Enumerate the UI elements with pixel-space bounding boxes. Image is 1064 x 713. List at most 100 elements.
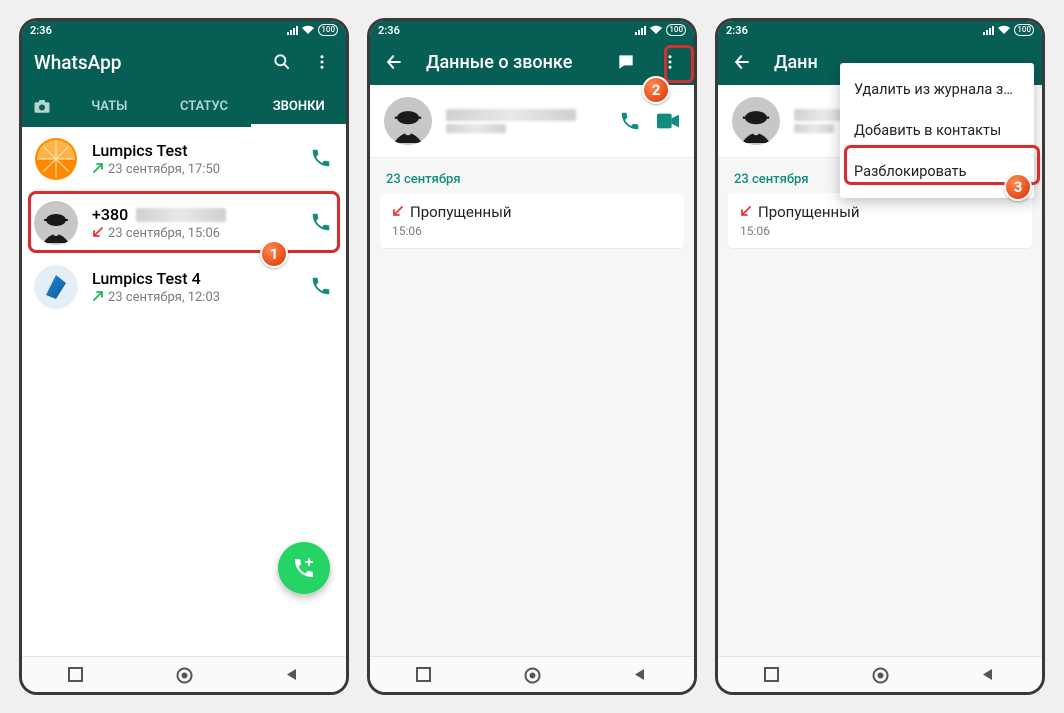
android-nav [370,656,694,692]
call-phone-icon[interactable] [310,275,334,299]
phone-screen-3: 2:36 100 Данн 23 сентября [715,18,1045,695]
missed-label: Пропущенный [758,203,860,221]
call-subtitle: 23 сентября, 12:03 [92,290,296,306]
app-header: WhatsApp [22,39,346,85]
missed-time: 15:06 [740,224,1020,238]
date-label: 23 сентября [380,164,684,193]
call-name: +380 [92,205,296,224]
status-right: 100 [635,24,686,36]
search-icon[interactable] [270,50,294,74]
missed-arrow-icon [392,203,404,221]
call-log-section: 23 сентября Пропущенный 15:06 [718,158,1042,656]
status-time: 2:36 [30,24,52,37]
detail-title: Данные о звонке [426,52,594,73]
missed-line: Пропущенный [392,203,672,221]
call-row[interactable]: +380 23 сентября, 15:06 [22,191,346,255]
nav-back-icon[interactable] [284,667,300,683]
tab-chats[interactable]: ЧАТЫ [62,85,157,127]
nav-recents-icon[interactable] [764,667,780,683]
status-time: 2:36 [726,24,748,37]
signal-icon [983,26,994,35]
missed-label: Пропущенный [410,203,512,221]
detail-header: Данные о звонке [370,39,694,85]
tab-calls[interactable]: ЗВОНКИ [251,85,346,127]
android-nav [22,656,346,692]
outgoing-arrow-icon [92,162,104,178]
call-name: Lumpics Test [92,141,296,160]
avatar [34,137,78,181]
signal-icon [287,26,298,35]
call-datetime: 23 сентября, 15:06 [108,226,220,241]
nav-home-icon[interactable] [872,667,888,683]
more-icon[interactable] [658,50,682,74]
phone-screen-1: 2:36 100 WhatsApp ЧАТЫ СТАТУС ЗВОНКИ [19,18,349,695]
call-info: Lumpics Test 23 сентября, 17:50 [92,141,296,178]
chat-icon[interactable] [614,50,638,74]
phone-screen-2: 2:36 100 Данные о звонке [367,18,697,695]
status-bar: 2:36 100 [370,21,694,39]
screen-body: 23 сентября Пропущенный 15:06 [370,85,694,656]
status-right: 100 [983,24,1034,36]
avatar [732,97,780,145]
battery-indicator: 100 [1014,24,1034,36]
contact-info [446,109,604,133]
call-subtitle: 23 сентября, 17:50 [92,162,296,178]
menu-item-delete[interactable]: Удалить из журнала звонков [840,69,1034,110]
back-icon[interactable] [382,50,406,74]
call-phone-icon[interactable] [310,211,334,235]
app-title: WhatsApp [34,51,254,74]
call-log-card[interactable]: Пропущенный 15:06 [728,193,1032,248]
tabs-bar: ЧАТЫ СТАТУС ЗВОНКИ [22,85,346,127]
battery-indicator: 100 [318,24,338,36]
wifi-icon [302,25,314,35]
call-datetime: 23 сентября, 12:03 [108,290,220,305]
wifi-icon [650,25,662,35]
call-info: +380 23 сентября, 15:06 [92,205,296,242]
context-menu: Удалить из журнала звонков Добавить в ко… [840,63,1034,198]
call-name: Lumpics Test 4 [92,269,296,288]
call-phone-icon[interactable] [310,147,334,171]
missed-time: 15:06 [392,224,672,238]
android-nav [718,656,1042,692]
nav-home-icon[interactable] [524,667,540,683]
back-icon[interactable] [730,50,754,74]
nav-back-icon[interactable] [632,667,648,683]
video-call-icon[interactable] [656,109,680,133]
more-icon[interactable] [310,50,334,74]
call-log-card[interactable]: Пропущенный 15:06 [380,193,684,248]
missed-line: Пропущенный [740,203,1020,221]
signal-icon [635,26,646,35]
blurred-number [446,109,576,121]
call-log-section: 23 сентября Пропущенный 15:06 [370,158,694,656]
calls-list: Lumpics Test 23 сентября, 17:50 +380 [22,127,346,656]
phone-prefix: +380 [92,205,128,224]
status-right: 100 [287,24,338,36]
missed-arrow-icon [92,226,104,242]
step-2-badge: 2 [642,76,670,104]
status-time: 2:36 [378,24,400,37]
call-phone-icon[interactable] [618,109,642,133]
new-call-fab[interactable] [278,542,330,594]
step-3-badge: 3 [1004,173,1032,201]
call-row[interactable]: Lumpics Test 4 23 сентября, 12:03 [22,255,346,319]
avatar [384,97,432,145]
step-1-badge: 1 [260,240,288,268]
call-subtitle: 23 сентября, 15:06 [92,226,296,242]
nav-recents-icon[interactable] [68,667,84,683]
camera-tab-icon[interactable] [22,98,62,114]
tab-status[interactable]: СТАТУС [157,85,252,127]
status-bar: 2:36 100 [718,21,1042,39]
blurred-status [794,124,834,133]
avatar [34,265,78,309]
status-bar: 2:36 100 [22,21,346,39]
call-datetime: 23 сентября, 17:50 [108,162,220,177]
outgoing-arrow-icon [92,290,104,306]
nav-home-icon[interactable] [176,667,192,683]
nav-back-icon[interactable] [980,667,996,683]
nav-recents-icon[interactable] [416,667,432,683]
call-row[interactable]: Lumpics Test 23 сентября, 17:50 [22,127,346,191]
call-info: Lumpics Test 4 23 сентября, 12:03 [92,269,296,306]
avatar [34,201,78,245]
menu-item-add-contact[interactable]: Добавить в контакты [840,110,1034,151]
missed-arrow-icon [740,203,752,221]
